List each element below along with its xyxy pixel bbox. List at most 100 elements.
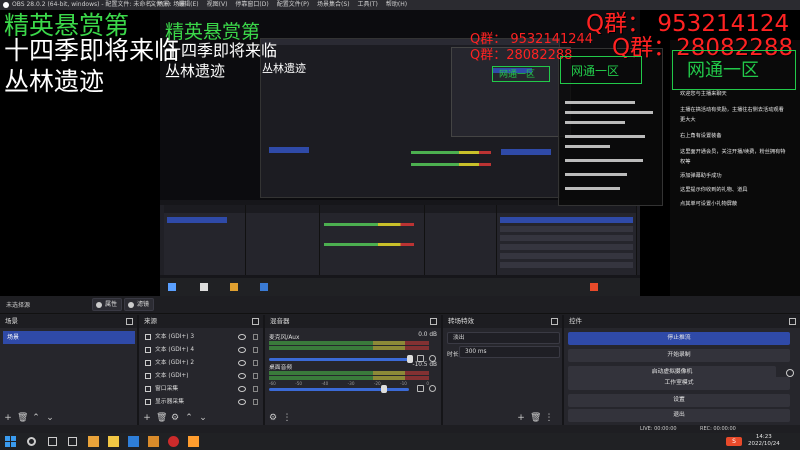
trash-icon[interactable]: 🗑 xyxy=(156,411,167,425)
dock-float-icon[interactable] xyxy=(252,318,259,325)
studio-mode-button[interactable]: 工作室模式 xyxy=(568,377,790,390)
task-view-icon[interactable] xyxy=(48,437,57,446)
eye-icon[interactable] xyxy=(238,386,246,392)
menu-help[interactable]: 帮助(H) xyxy=(386,0,407,10)
source-name: 文本 (GDI+) 2 xyxy=(155,360,195,366)
menu-docks[interactable]: 停靠窗口(D) xyxy=(235,0,268,10)
eye-icon[interactable] xyxy=(238,399,246,405)
app-icon[interactable] xyxy=(188,436,199,447)
menu-edit[interactable]: 编辑(E) xyxy=(178,0,198,10)
nested-taskbar-icon xyxy=(230,283,238,291)
nested-taskbar-icon xyxy=(200,283,208,291)
nested-panel-header xyxy=(320,205,424,213)
source-item[interactable]: 文本 (GDI+) xyxy=(142,370,262,382)
ime-icon[interactable]: S xyxy=(726,437,742,446)
dock-float-icon[interactable] xyxy=(430,318,437,325)
duration-field[interactable]: 300 ms xyxy=(459,346,560,358)
track-db: 0.0 dB xyxy=(418,332,437,338)
speaker-icon[interactable] xyxy=(417,355,424,362)
widgets-icon[interactable] xyxy=(68,437,77,446)
source-item[interactable]: 窗口采集 xyxy=(142,383,262,395)
transitions-header: 转场特效 xyxy=(443,315,562,328)
filters-button[interactable]: 滤镜 xyxy=(124,298,155,311)
properties-button[interactable]: 属性 xyxy=(92,298,123,311)
add-icon[interactable]: + xyxy=(142,411,152,425)
controls-header: 控件 xyxy=(564,315,800,328)
gear-icon[interactable] xyxy=(786,369,794,377)
source-item[interactable]: 文本 (GDI+) 3 xyxy=(142,331,262,343)
source-item[interactable]: 文本 (GDI+) 2 xyxy=(142,357,262,369)
controls-dock: 控件 停止推流 开始录制 启动虚拟摄像机 工作室模式 设置 退出 xyxy=(564,315,800,425)
scene-item[interactable]: 场景 xyxy=(3,331,135,344)
volume-slider[interactable] xyxy=(269,388,409,391)
eye-icon[interactable] xyxy=(238,360,246,366)
app-icon[interactable] xyxy=(128,436,139,447)
start-icon[interactable] xyxy=(5,436,16,447)
eye-icon[interactable] xyxy=(238,334,246,340)
volume-knob[interactable] xyxy=(381,385,387,393)
gear-icon[interactable] xyxy=(429,355,436,362)
chat-message: 欢迎您与主播来聊天 xyxy=(680,91,727,97)
eye-icon[interactable] xyxy=(238,347,246,353)
dock-float-icon[interactable] xyxy=(789,318,796,325)
gear-icon[interactable]: ⚙ xyxy=(268,411,278,425)
app-icon[interactable] xyxy=(148,436,159,447)
add-icon[interactable]: + xyxy=(3,411,13,425)
source-item[interactable]: 文本 (GDI+) 4 xyxy=(142,344,262,356)
mixer-dock: 混音器 麦克风/Aux 0.0 dB 桌面音频 -10.5 dB -60 -50… xyxy=(265,315,443,425)
chevron-up-icon[interactable]: ⌃ xyxy=(184,411,194,425)
dock-float-icon[interactable] xyxy=(126,318,133,325)
chat-line xyxy=(565,145,610,148)
windows-taskbar: S 14:23 2022/10/24 xyxy=(0,433,800,450)
game-app-icon[interactable] xyxy=(88,436,99,447)
settings-button[interactable]: 设置 xyxy=(568,394,790,407)
stop-streaming-button[interactable]: 停止推流 xyxy=(568,332,790,345)
menu-file[interactable]: 文件(F) xyxy=(150,0,170,10)
menu-scene-collection[interactable]: 场景集合(S) xyxy=(317,0,350,10)
meter-tick: -20 xyxy=(373,381,381,386)
taskbar-clock[interactable]: 14:23 2022/10/24 xyxy=(748,434,780,448)
title-bar: OBS 28.0.2 (64-bit, windows) - 配置文件: 未命名… xyxy=(0,0,800,10)
eye-icon[interactable] xyxy=(238,373,246,379)
lock-icon[interactable] xyxy=(253,360,258,366)
add-icon[interactable]: + xyxy=(516,411,526,425)
transition-select[interactable]: 淡出 xyxy=(447,332,560,344)
trash-icon[interactable]: 🗑 xyxy=(17,411,28,425)
nested-mixer-panel xyxy=(320,205,425,275)
gear-icon[interactable] xyxy=(429,385,436,392)
lock-icon[interactable] xyxy=(253,334,258,340)
chat-message: 主播在搞活动有奖励，主播往右侧去活动观看 xyxy=(680,107,784,113)
obs-logo-icon xyxy=(3,2,9,8)
lock-icon[interactable] xyxy=(253,386,258,392)
browser-icon[interactable] xyxy=(168,436,179,447)
trash-icon[interactable]: 🗑 xyxy=(530,411,541,425)
more-icon[interactable]: ⋮ xyxy=(282,411,292,425)
lock-icon[interactable] xyxy=(253,347,258,353)
chevron-down-icon[interactable]: ⌄ xyxy=(45,411,55,425)
menu-tools[interactable]: 工具(T) xyxy=(358,0,378,10)
chevron-up-icon[interactable]: ⌃ xyxy=(31,411,41,425)
preview-canvas[interactable]: 欢迎您与主播来聊天 主播在搞活动有奖励，主播往右侧去活动观看 更大大 右上角有设… xyxy=(0,10,800,296)
chat-message: 这里面开通会员，关注开播/续费，粉丝拥有特 xyxy=(680,149,786,155)
gear-icon[interactable]: ⚙ xyxy=(170,411,180,425)
search-icon[interactable] xyxy=(27,437,36,446)
more-icon[interactable]: ⋮ xyxy=(544,411,554,425)
speaker-icon[interactable] xyxy=(417,385,424,392)
volume-meter xyxy=(269,346,429,350)
menu-view[interactable]: 视图(V) xyxy=(207,0,228,10)
chat-line xyxy=(565,173,627,176)
dock-float-icon[interactable] xyxy=(551,318,558,325)
overlay-subtitle: 丛林遗迹 xyxy=(4,67,105,96)
start-recording-button[interactable]: 开始录制 xyxy=(568,349,790,362)
source-item[interactable]: 显示器采集 xyxy=(142,396,262,408)
nested-scene-selected xyxy=(269,147,309,153)
exit-button[interactable]: 退出 xyxy=(568,409,790,422)
chevron-down-icon[interactable]: ⌄ xyxy=(198,411,208,425)
lock-icon[interactable] xyxy=(253,399,258,405)
overlay-mid-title: 精英悬赏第 xyxy=(165,21,261,43)
nested-control-button xyxy=(500,253,633,259)
lock-icon[interactable] xyxy=(253,373,258,379)
volume-slider[interactable] xyxy=(269,358,409,361)
menu-profile[interactable]: 配置文件(P) xyxy=(277,0,309,10)
file-explorer-icon[interactable] xyxy=(108,436,119,447)
